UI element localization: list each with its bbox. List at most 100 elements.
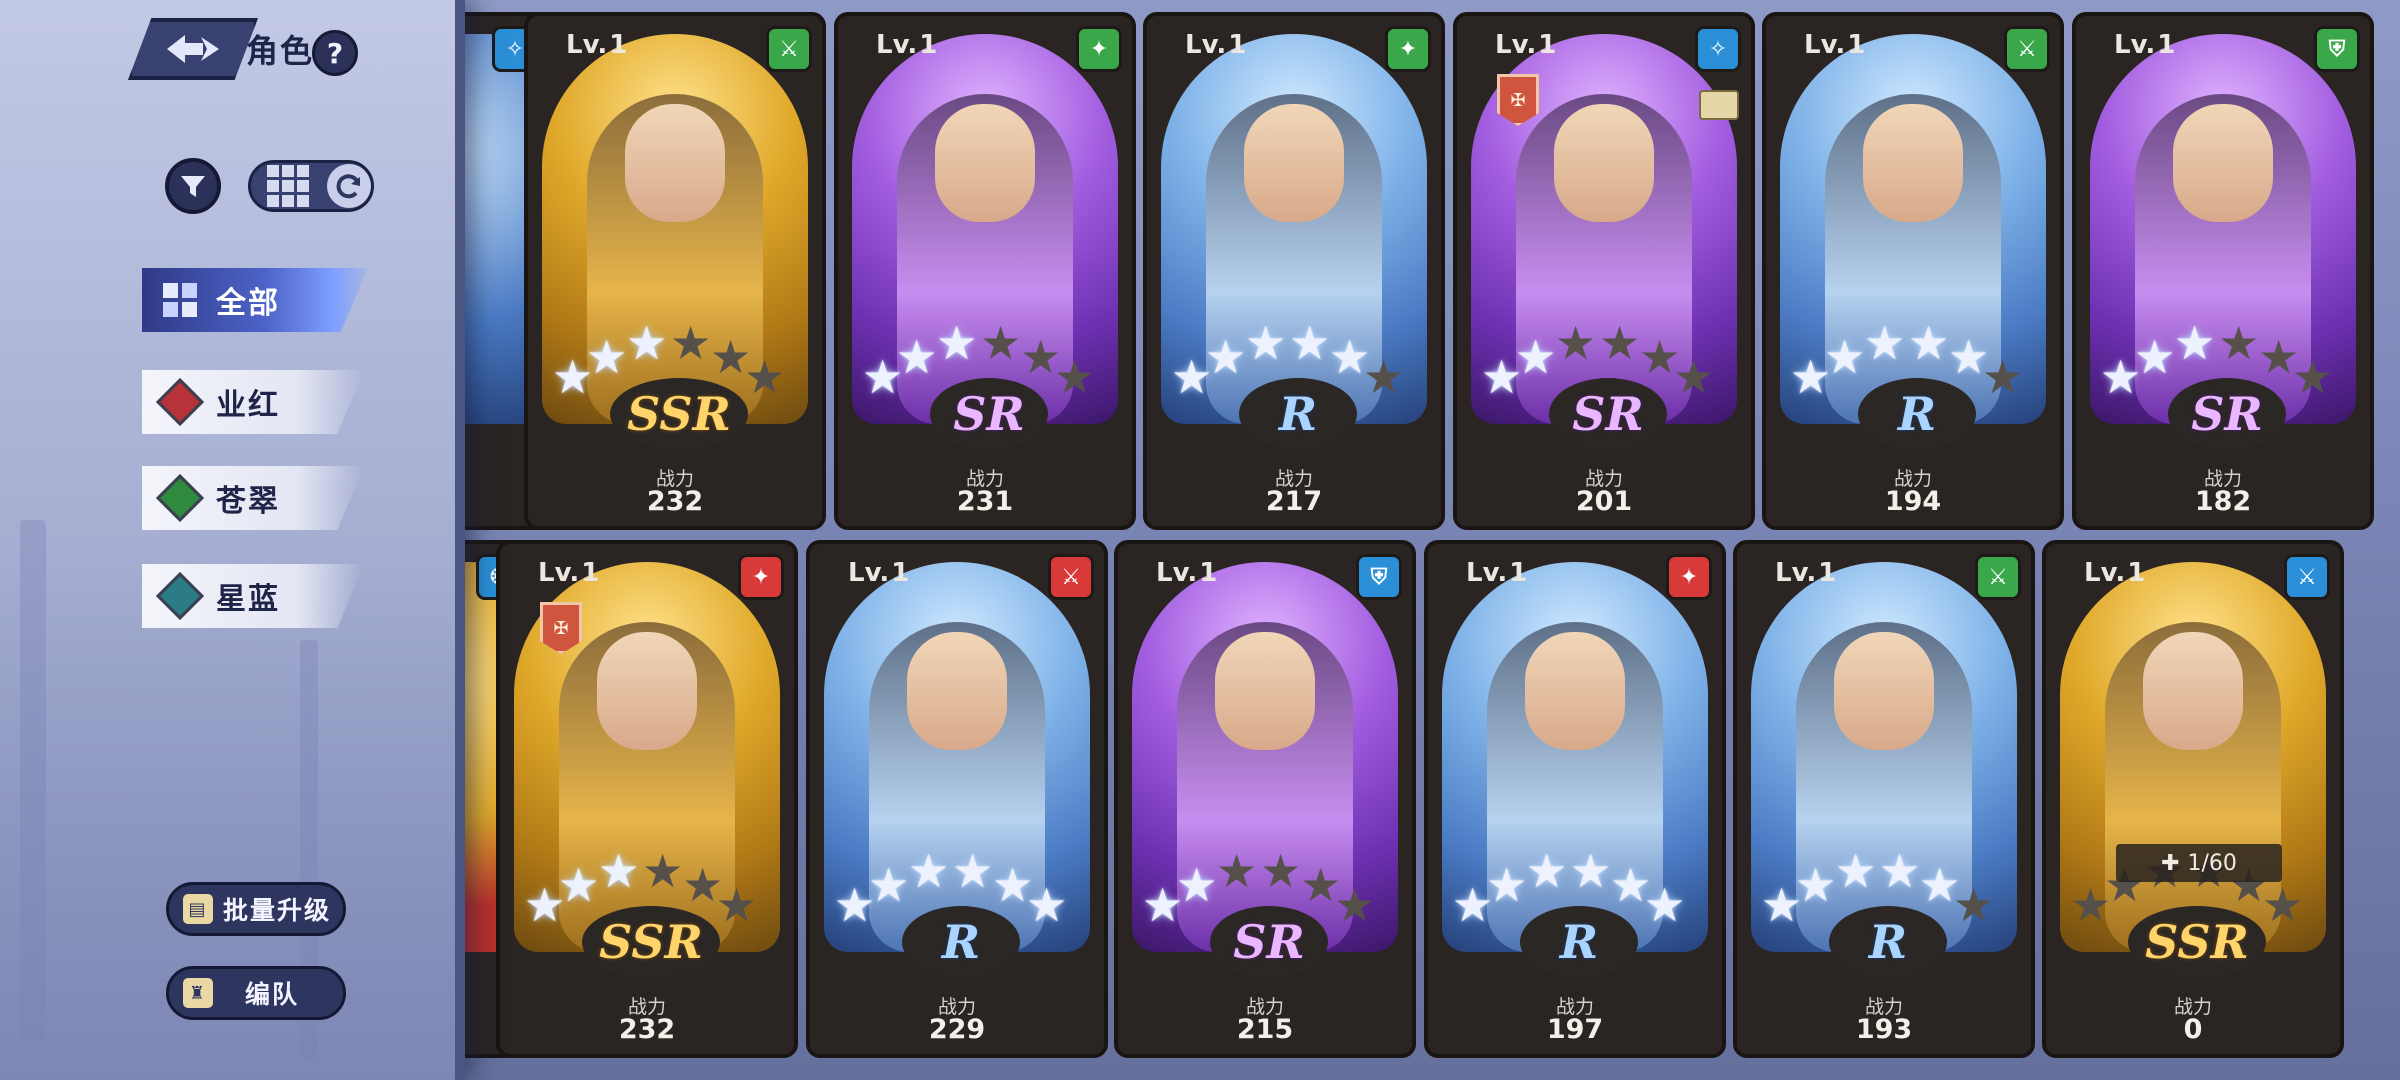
batch-upgrade-button[interactable]: ▤ 批量升级 bbox=[166, 882, 346, 936]
character-card[interactable]: Lv.1 ✦ ★ ★ ★ ★ ★ ★ R 战力 217 bbox=[1143, 12, 1445, 530]
rarity-badge: SR bbox=[2168, 378, 2286, 450]
rarity-badge: SR bbox=[930, 378, 1048, 450]
all-category-icon bbox=[156, 276, 204, 324]
level-prefix: Lv. bbox=[1156, 558, 1198, 588]
character-card[interactable]: Lv.1 ⛨ ★ ★ ★ ★ ★ ★ SR 战力 215 bbox=[1114, 540, 1416, 1058]
star-empty-icon: ★ bbox=[716, 878, 758, 932]
blue-gem-icon bbox=[155, 571, 205, 621]
level-value: 1 bbox=[2157, 30, 2176, 60]
level-prefix: Lv. bbox=[848, 558, 890, 588]
rarity-badge: R bbox=[1239, 378, 1357, 450]
view-toggle[interactable] bbox=[248, 160, 374, 212]
character-card[interactable]: Lv.1 ✦ ★ ★ ★ ★ ★ ★ SR 战力 231 bbox=[834, 12, 1136, 530]
back-button[interactable] bbox=[128, 18, 258, 80]
star-filled-icon: ★ bbox=[908, 844, 950, 898]
character-card[interactable]: Lv.1 ✧ ✠ ★ ★ ★ ★ ★ ★ SR 战力 201 bbox=[1453, 12, 1755, 530]
star-filled-icon: ★ bbox=[1176, 858, 1218, 912]
star-filled-icon: ★ bbox=[1864, 316, 1906, 370]
rarity-badge: R bbox=[1520, 906, 1638, 978]
level-label: Lv.1 bbox=[1493, 30, 1556, 60]
level-value: 1 bbox=[2127, 558, 2146, 588]
level-label: Lv.1 bbox=[536, 558, 599, 588]
level-prefix: Lv. bbox=[1495, 30, 1537, 60]
help-button[interactable]: ? bbox=[312, 30, 358, 76]
category-red[interactable]: 业红 bbox=[142, 370, 364, 434]
background-pillar bbox=[20, 520, 46, 1040]
star-filled-icon: ★ bbox=[896, 330, 938, 384]
rarity-badge: R bbox=[1829, 906, 1947, 978]
star-filled-icon: ★ bbox=[626, 316, 668, 370]
cards-icon: ▤ bbox=[183, 894, 213, 924]
star-empty-icon: ★ bbox=[1673, 350, 1715, 404]
batch-upgrade-label: 批量升级 bbox=[223, 896, 332, 925]
category-blue[interactable]: 星蓝 bbox=[142, 564, 364, 628]
level-prefix: Lv. bbox=[876, 30, 918, 60]
refresh-icon[interactable] bbox=[327, 164, 371, 208]
level-value: 1 bbox=[1228, 30, 1247, 60]
character-card[interactable]: Lv.1 ⚔ ★★★★★★ ✚1/60 SSR 战力 0 bbox=[2042, 540, 2344, 1058]
character-card[interactable]: Lv.1 ✦ ★ ★ ★ ★ ★ ★ R 战力 197 bbox=[1424, 540, 1726, 1058]
rarity-badge: R bbox=[902, 906, 1020, 978]
category-green[interactable]: 苍翠 bbox=[142, 466, 364, 530]
page-title: 角色 bbox=[246, 32, 315, 70]
power-value: 217 bbox=[1265, 486, 1323, 517]
category-label: 业红 bbox=[216, 388, 280, 423]
filter-icon bbox=[181, 176, 205, 197]
rarity-badge: SSR bbox=[582, 906, 720, 978]
star-filled-icon: ★ bbox=[1245, 316, 1287, 370]
filter-button[interactable] bbox=[165, 158, 221, 214]
character-card[interactable]: Lv.1 ⚔ ★ ★ ★ ★ ★ ★ R 战力 193 bbox=[1733, 540, 2035, 1058]
grid-icon[interactable] bbox=[267, 165, 309, 207]
team-button[interactable]: ♜ 编队 bbox=[166, 966, 346, 1020]
level-prefix: Lv. bbox=[1466, 558, 1508, 588]
star-filled-icon: ★ bbox=[952, 844, 994, 898]
shard-progress: ✚ 1/60 bbox=[2116, 844, 2282, 882]
level-value: 1 bbox=[919, 30, 938, 60]
power-value: 231 bbox=[956, 486, 1014, 517]
star-empty-icon: ★ bbox=[1555, 316, 1597, 370]
category-label: 星蓝 bbox=[216, 582, 280, 617]
character-card[interactable]: Lv.1 ⚔ ★ ★ ★ ★ ★ ★ R 战力 229 bbox=[806, 540, 1108, 1058]
power-value: 193 bbox=[1855, 1014, 1913, 1045]
character-card[interactable]: Lv.1 ⚔ ★ ★ ★ ★ ★ ★ SSR 战力 232 bbox=[524, 12, 826, 530]
star-filled-icon: ★ bbox=[936, 316, 978, 370]
power-value: 197 bbox=[1546, 1014, 1604, 1045]
level-label: Lv.1 bbox=[1464, 558, 1527, 588]
star-empty-icon: ★ bbox=[1363, 350, 1405, 404]
level-prefix: Lv. bbox=[1185, 30, 1227, 60]
character-card[interactable]: Lv.1 ✦ ✠ ★ ★ ★ ★ ★ ★ SSR 战力 232 bbox=[496, 540, 798, 1058]
weapon-type-badge: ⚔ bbox=[766, 26, 812, 72]
character-card[interactable]: Lv.1 ⛨ ★ ★ ★ ★ ★ ★ SR 战力 182 bbox=[2072, 12, 2374, 530]
star-empty-icon: ★ bbox=[2292, 350, 2334, 404]
power-value: 201 bbox=[1575, 486, 1633, 517]
rarity-badge: SR bbox=[1549, 378, 1667, 450]
star-filled-icon: ★ bbox=[1879, 844, 1921, 898]
star-empty-icon: ★ bbox=[980, 316, 1022, 370]
weapon-type-badge: ⚔ bbox=[2284, 554, 2330, 600]
character-grid: ✧ ❂ Lv.1 ⚔ ★★★★★★ SSR 战力 232 bbox=[420, 0, 2400, 1080]
team-label: 编队 bbox=[245, 980, 300, 1009]
star-filled-icon: ★ bbox=[1570, 844, 1612, 898]
category-all[interactable]: 全部 bbox=[142, 268, 368, 332]
character-card[interactable]: Lv.1 ⚔ ★ ★ ★ ★ ★ ★ R 战力 194 bbox=[1762, 12, 2064, 530]
level-label: Lv.1 bbox=[1773, 558, 1836, 588]
red-gem-icon bbox=[155, 377, 205, 427]
level-label: Lv.1 bbox=[1183, 30, 1246, 60]
weapon-type-badge: ✦ bbox=[738, 554, 784, 600]
star-empty-icon: ★ bbox=[1216, 844, 1258, 898]
star-empty-icon: ★ bbox=[670, 316, 712, 370]
rarity-badge: R bbox=[1858, 378, 1976, 450]
level-value: 1 bbox=[1538, 30, 1557, 60]
weapon-type-badge: ⛨ bbox=[1356, 554, 1402, 600]
star-filled-icon: ★ bbox=[1835, 844, 1877, 898]
shard-count: 1/60 bbox=[2187, 850, 2237, 876]
ticket-icon bbox=[1699, 90, 1739, 120]
weapon-type-badge: ⚔ bbox=[1975, 554, 2021, 600]
level-label: Lv.1 bbox=[1154, 558, 1217, 588]
star-filled-icon: ★ bbox=[1486, 858, 1528, 912]
power-value: 232 bbox=[646, 486, 704, 517]
level-value: 1 bbox=[1847, 30, 1866, 60]
level-prefix: Lv. bbox=[566, 30, 608, 60]
level-label: Lv.1 bbox=[2112, 30, 2175, 60]
level-prefix: Lv. bbox=[1775, 558, 1817, 588]
